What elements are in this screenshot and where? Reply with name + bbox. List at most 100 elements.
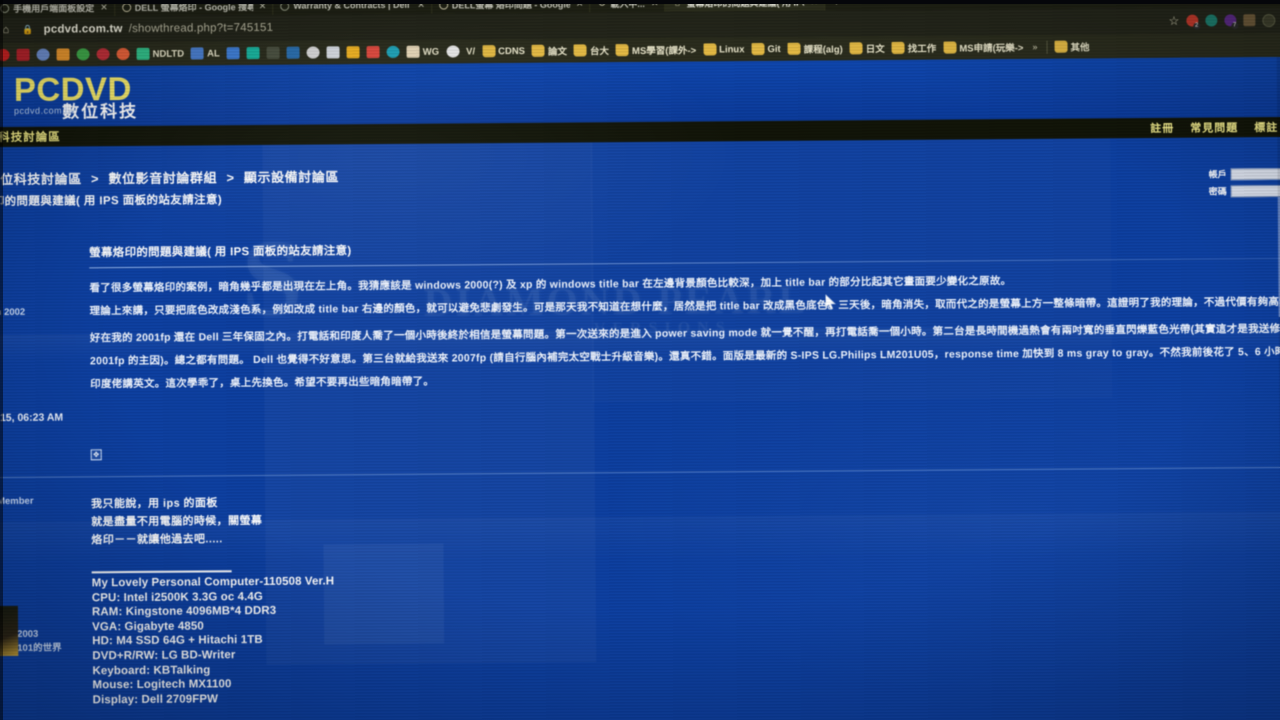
bookmark-t-teal[interactable] [246,46,260,60]
tab-title: 螢幕烙印的問題與建議( 用 IPS 面 [686,0,805,9]
generic-favicon-icon [0,3,10,13]
bookmark-linkedin[interactable] [286,46,300,59]
folder-icon [531,44,546,57]
nav-link-mark[interactable]: 標註 [1254,119,1278,135]
tab-close-icon[interactable]: ✕ [576,0,584,9]
login-pass-row: 密碼 [1209,184,1280,198]
breadcrumb-item-2[interactable]: 顯示設備討論區 [244,169,339,185]
bookmark-label: AL [207,47,220,59]
extension-brown-icon[interactable] [1243,14,1256,27]
note-icon [326,46,340,59]
bookmark-wg[interactable]: WG [406,45,439,58]
bookmark-label: 論文 [547,46,568,58]
browser-tab-4[interactable]: DELL螢幕 烙印問題 - Google 搜 ✕ [431,0,591,14]
navbar-links: 註冊 常見問題 標註 [1150,119,1278,136]
bookmark-folder-course[interactable]: 課程(alg) [787,41,843,56]
browser-tab-1[interactable]: 手機用戶端面板設定 ✕ [0,0,115,18]
bookmark-ndltd[interactable]: NDLTD [136,47,185,60]
bookmark-folder-linux[interactable]: Linux [703,43,745,56]
bookmark-separator [1046,40,1048,54]
bookmark-lightning[interactable] [346,46,360,59]
bookmark-github[interactable] [306,46,320,59]
breadcrumb-zone: 數位科技討論區 > 數位影音討論群組 > 顯示設備討論區 印的問題與建議( 用 … [0,137,1280,209]
extension-badge: 2 [1193,22,1201,30]
bookmark-folder-thesis[interactable]: 論文 [531,44,568,58]
bookmark-label: MS申請(玩樂-> [959,42,1024,55]
folder-icon [615,44,630,57]
tab-title: 載入中... [610,0,645,9]
tab-close-icon[interactable]: ✕ [417,0,425,10]
bookmark-star-icon[interactable]: ☆ [1169,14,1180,28]
folder-icon [751,43,765,56]
site-header: PCDVD 數位科技 pcdvd.com.tw [0,56,1280,128]
nav-link-register[interactable]: 註冊 [1150,120,1174,136]
profile-avatar[interactable] [1262,13,1276,27]
quote-icon[interactable]: ❖ [90,449,102,461]
browser-tab-5[interactable]: ↻ 載入中... ✕ [590,0,666,13]
browser-tab-2[interactable]: DELL 螢幕烙印 - Google 搜尋 ✕ [114,0,274,17]
browser-tab-3[interactable]: Warranty & Contracts | Dell Uni ✕ [273,0,432,15]
orange-square-icon [56,48,70,61]
bookmark-folder-other[interactable]: 其他 [1054,39,1090,54]
extension-badge: 7 [1231,22,1239,30]
bookmark-folder-ms-study[interactable]: MS學習(課外-> [615,43,696,58]
breadcrumb-separator: > [226,170,235,186]
extension-teal-icon[interactable] [1205,14,1218,27]
breadcrumb-item-1[interactable]: 數位影音討論群組 [108,170,217,186]
bookmark-overflow-icon[interactable]: » [1030,42,1039,52]
folder-icon [573,44,588,57]
bookmark-folder-cdns[interactable]: CDNS [482,45,526,58]
site-logo[interactable]: PCDVD 數位科技 pcdvd.com.tw [14,70,138,122]
firefox-icon [116,47,130,61]
folder-icon [482,45,496,58]
browser-tab-6-active[interactable]: ⌂ 螢幕烙印的問題與建議( 用 IPS 面 ✕ [665,0,826,12]
folder-icon [787,42,801,55]
lock-icon[interactable]: 🔒 [22,24,33,35]
extension-red-icon[interactable]: 2 [1186,14,1201,30]
bookmark-folder-ntu[interactable]: 台大 [573,43,609,57]
tab-title: DELL 螢幕烙印 - Google 搜尋 [134,1,253,13]
bookmark-label: 課程(alg) [803,44,843,56]
bookmark-folder-ms-apply[interactable]: MS申請(玩樂-> [943,40,1023,55]
tab-close-icon[interactable]: ✕ [651,0,659,8]
toolbar-actions: ☆ 2 7 [1169,13,1276,30]
bookmark-diamond[interactable] [36,48,50,61]
bookmark-firefox[interactable] [116,47,130,61]
bookmark-note[interactable] [326,46,340,59]
address-path: /showthread.php?t=745151 [128,21,274,36]
bookmark-bar-chart[interactable] [366,46,380,59]
bookmark-red-drop[interactable] [96,48,110,61]
bookmark-label: CDNS [498,45,526,57]
post-body: 螢幕烙印的問題與建議( 用 IPS 面板的站友請注意) 看了很多螢幕烙印的案例，… [89,235,1280,463]
bookmark-s-blue[interactable] [226,47,240,60]
bookmark-red[interactable] [16,48,30,61]
bookmark-dim[interactable] [266,46,280,59]
bookmark-globe[interactable] [386,45,400,58]
bookmark-green-six[interactable] [76,48,90,61]
breadcrumb-item-0[interactable]: 數位科技討論區 [0,171,82,187]
bookmark-v[interactable]: V/ [466,46,475,57]
bookmark-al[interactable]: AL [191,47,220,60]
bookmark-youtube[interactable] [0,48,10,62]
nav-link-faq[interactable]: 常見問題 [1190,119,1238,135]
extension-purple-icon[interactable]: 7 [1224,14,1239,30]
post-date: -15, 06:23 AM [0,411,64,425]
home-icon[interactable]: ⌂ [0,24,12,36]
new-tab-button[interactable]: + [825,0,848,11]
bookmark-folder-git[interactable]: Git [751,43,781,56]
s-blue-icon [226,47,240,60]
bookmark-folder-jobs[interactable]: 找工作 [891,41,936,55]
tab-close-icon[interactable]: ✕ [810,0,818,7]
bookmark-circle-white[interactable] [446,45,460,58]
google-favicon-icon [121,2,131,12]
circle-white-icon [446,45,460,58]
folder-icon [849,42,863,55]
bookmark-orange[interactable] [56,48,70,61]
tab-close-icon[interactable]: ✕ [259,0,267,11]
login-user-input[interactable] [1230,167,1280,180]
login-pass-input[interactable] [1230,184,1280,197]
screen-surface: 手機用戶端面板設定 ✕ DELL 螢幕烙印 - Google 搜尋 ✕ Warr… [0,0,1280,720]
bookmark-folder-japanese[interactable]: 日文 [849,41,885,55]
tab-close-icon[interactable]: ✕ [100,2,108,13]
tab-strip-menu-icon[interactable] [1267,0,1278,4]
